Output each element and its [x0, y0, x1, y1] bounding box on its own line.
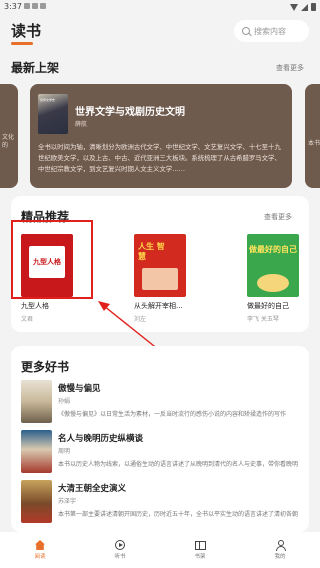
carousel-prev-card[interactable]: 文化的: [0, 84, 18, 188]
carousel-next-card[interactable]: 本书: [305, 84, 320, 188]
featured-book-card[interactable]: 世界文学史 世界文学与戏剧历史文明 薛航 全书以时间为轴，清晰划分为欧洲古代文学…: [30, 84, 292, 188]
cover-illustration: [142, 268, 178, 290]
book-list-item[interactable]: 傲慢与偏见 孙娟 《傲慢与偏见》以日常生活为素材，一反当时流行的感伤小说的内容和…: [21, 380, 301, 426]
book-title: 大清王朝全史演义: [58, 484, 127, 494]
nav-tab-listen[interactable]: 听书: [80, 532, 160, 568]
cover-text: 人生 智慧: [138, 242, 165, 261]
play-icon: [115, 540, 125, 550]
recommended-see-all-link[interactable]: 查看更多: [264, 212, 292, 222]
featured-book-title: 世界文学与戏剧历史文明: [75, 107, 185, 118]
nav-tab-bookshelf[interactable]: 书架: [160, 532, 240, 568]
cover-illustration: [257, 274, 289, 292]
book-cover: [21, 430, 52, 473]
book-description: 本书第一部主要讲述清朝开国历史，历时近五十年，全书以平实生动的语言讲述了清初各朝: [58, 511, 299, 518]
home-icon: [35, 540, 45, 550]
page-title: 读书: [11, 22, 42, 45]
recommended-book[interactable]: 人生 智慧 从头解开宰相... 刘左: [134, 234, 186, 323]
book-list-item[interactable]: 名人与晚明历史纵横谈 周明 本书以历史人物为线索，以通俗生动的语言讲述了从晚明到…: [21, 430, 301, 476]
book-author: 李飞 关玉琴: [247, 316, 279, 323]
status-time: 3:37: [4, 2, 22, 11]
battery-icon: [311, 3, 316, 11]
book-author: 文君: [21, 316, 34, 323]
book-title: 傲慢与偏见: [58, 384, 101, 394]
carousel-next-text: 本书: [308, 140, 320, 147]
book-list-item[interactable]: 大清王朝全史演义 苏泽宇 本书第一部主要讲述清朝开国历史，历时近五十年，全书以平…: [21, 480, 301, 526]
more-books-card: 更多好书 傲慢与偏见 孙娟 《傲慢与偏见》以日常生活为素材，一反当时流行的感伤小…: [11, 346, 309, 532]
nav-tab-read[interactable]: 阅读: [0, 532, 80, 568]
book-title: 九型人格: [21, 302, 49, 310]
more-books-section-title: 更多好书: [21, 360, 70, 374]
book-title: 名人与晚明历史纵横谈: [58, 434, 144, 444]
system-icons: [290, 3, 316, 11]
featured-book-cover: 世界文学史: [38, 94, 68, 134]
book-description: 《傲慢与偏见》以日常生活为素材，一反当时流行的感伤小说的内容和矫揉造作的写作: [58, 411, 287, 418]
latest-see-all-link[interactable]: 查看更多: [276, 63, 304, 73]
wifi-icon: [290, 3, 298, 11]
search-placeholder: 搜索内容: [254, 26, 286, 36]
search-icon: [242, 27, 250, 35]
carousel-prev-text: 文化的: [2, 134, 15, 149]
book-title: 做最好的自己: [247, 302, 289, 310]
bottom-nav: 阅读 听书 书架 我的: [0, 532, 320, 568]
search-box[interactable]: 搜索内容: [234, 20, 309, 42]
nav-label: 书架: [194, 553, 206, 560]
book-cover: [21, 480, 52, 523]
nav-label: 阅读: [34, 554, 46, 560]
nav-label: 听书: [114, 554, 126, 560]
book-description: 本书以历史人物为线索，以通俗生动的语言讲述了从晚明到清代的名人与史事，带你看晚明: [58, 461, 299, 468]
book-author: 周明: [58, 448, 71, 455]
status-bar: 3:37: [0, 0, 320, 14]
featured-book-author: 薛航: [75, 121, 88, 128]
recommended-book[interactable]: 做最好的自己 做最好的自己 李飞 关玉琴: [247, 234, 299, 323]
book-icon: [194, 540, 206, 550]
book-author: 孙娟: [58, 398, 71, 405]
book-cover: [21, 380, 52, 423]
user-icon: [275, 540, 286, 551]
annotation-highlight-box: [11, 220, 93, 299]
featured-book-description: 全书以时间为轴，清晰划分为欧洲古代文学、中世纪文学、文艺复兴文学、十七至十九世纪…: [38, 143, 281, 173]
nav-label: 我的: [274, 554, 286, 560]
notification-icons: [24, 3, 46, 9]
book-author: 刘左: [134, 316, 147, 323]
book-title: 从头解开宰相...: [134, 302, 183, 310]
book-cover: 人生 智慧: [134, 234, 186, 297]
signal-icon: [301, 3, 308, 11]
book-cover: 做最好的自己: [247, 234, 299, 297]
book-author: 苏泽宇: [58, 498, 77, 505]
latest-section-title: 最新上架: [11, 61, 60, 75]
nav-tab-profile[interactable]: 我的: [240, 532, 320, 568]
featured-cover-label: 世界文学史: [40, 98, 56, 102]
cover-text: 做最好的自己: [249, 245, 297, 254]
